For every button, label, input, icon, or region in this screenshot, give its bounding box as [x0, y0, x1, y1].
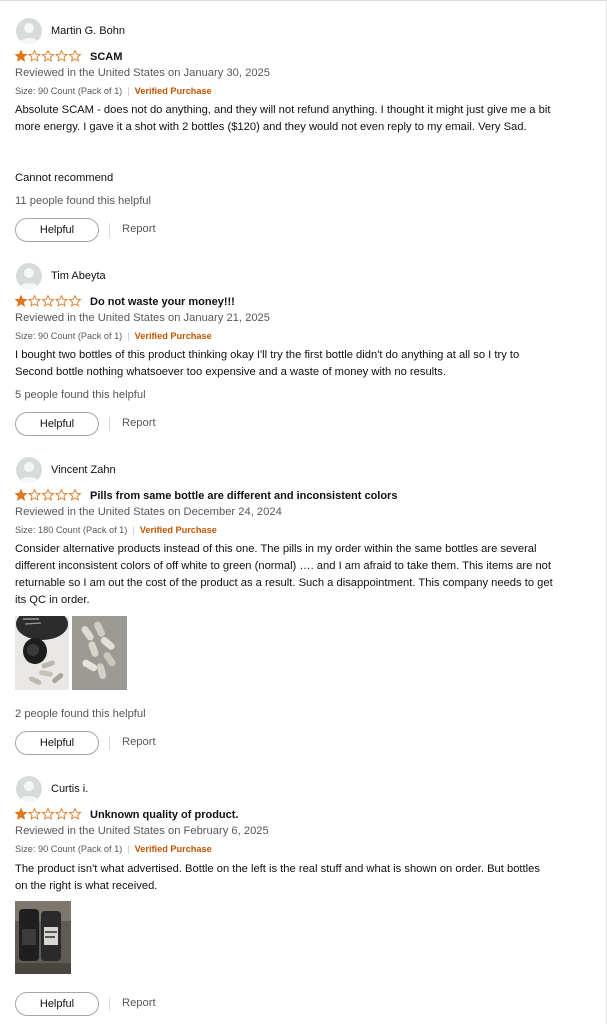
star-filled-icon: [15, 808, 28, 820]
avatar[interactable]: [16, 457, 42, 483]
star-empty-icon: [41, 50, 55, 62]
review-body-extra: Cannot recommend: [15, 172, 114, 184]
verified-purchase-badge: Verified Purchase: [139, 525, 217, 535]
report-link[interactable]: Report: [122, 997, 156, 1009]
divider: [109, 997, 110, 1011]
variant-info: Size: 90 Count (Pack of 1) | Verified Purc…: [15, 86, 212, 96]
helpful-button[interactable]: Helpful: [15, 218, 99, 242]
variant-info: Size: 90 Count (Pack of 1) | Verified Purc…: [15, 331, 212, 341]
star-empty-icon: [68, 808, 82, 820]
avatar[interactable]: [16, 263, 42, 289]
star-filled-icon: [15, 489, 28, 501]
star-filled-icon: [15, 50, 28, 62]
star-empty-icon: [68, 489, 82, 501]
avatar[interactable]: [16, 18, 42, 44]
report-link[interactable]: Report: [122, 736, 156, 748]
helpful-count: 11 people found this helpful: [15, 195, 152, 207]
star-empty-icon: [54, 808, 69, 820]
star-rating[interactable]: [15, 489, 85, 501]
helpful-count: 5 people found this helpful: [15, 389, 146, 401]
avatar[interactable]: [16, 776, 42, 802]
review-image[interactable]: [15, 616, 69, 690]
reviewer-name[interactable]: Tim Abeyta: [51, 270, 106, 282]
divider: [109, 223, 110, 237]
review-date: Reviewed in the United States on January…: [15, 67, 270, 79]
helpful-button[interactable]: Helpful: [15, 731, 99, 755]
star-empty-icon: [68, 295, 82, 307]
size-label: Size: 90 Count (Pack of 1): [15, 86, 123, 96]
divider: [109, 736, 110, 750]
star-empty-icon: [27, 50, 42, 62]
review-image[interactable]: [72, 616, 127, 690]
size-label: Size: 90 Count (Pack of 1): [15, 844, 123, 854]
review-title[interactable]: Do not waste your money!!!: [90, 296, 235, 308]
review-body: Consider alternative products instead of…: [15, 543, 553, 606]
review-title[interactable]: Unknown quality of product.: [90, 809, 239, 821]
review-date: Reviewed in the United States on January…: [15, 312, 270, 324]
star-empty-icon: [27, 489, 42, 501]
star-rating[interactable]: [15, 295, 85, 307]
separator: |: [127, 331, 130, 341]
review-body: Absolute SCAM - does not do anything, an…: [15, 104, 551, 133]
star-empty-icon: [27, 808, 42, 820]
size-label: Size: 180 Count (Pack of 1): [15, 525, 128, 535]
variant-info: Size: 90 Count (Pack of 1) | Verified Purc…: [15, 844, 212, 854]
verified-purchase-badge: Verified Purchase: [134, 86, 212, 96]
review-image[interactable]: [15, 901, 71, 974]
separator: |: [132, 525, 135, 535]
divider: [109, 417, 110, 431]
report-link[interactable]: Report: [122, 223, 156, 235]
star-rating[interactable]: [15, 50, 85, 62]
verified-purchase-badge: Verified Purchase: [134, 844, 212, 854]
helpful-button[interactable]: Helpful: [15, 412, 99, 436]
star-filled-icon: [15, 295, 28, 307]
star-rating[interactable]: [15, 808, 85, 820]
star-empty-icon: [54, 489, 69, 501]
review-body: The product isn't what advertised. Bottl…: [15, 863, 540, 892]
size-label: Size: 90 Count (Pack of 1): [15, 331, 123, 341]
report-link[interactable]: Report: [122, 417, 156, 429]
separator: |: [127, 844, 130, 854]
reviewer-name[interactable]: Martin G. Bohn: [51, 25, 125, 37]
review-title[interactable]: Pills from same bottle are different and…: [90, 490, 397, 502]
reviewer-name[interactable]: Vincent Zahn: [51, 464, 116, 476]
star-empty-icon: [54, 295, 69, 307]
star-empty-icon: [68, 50, 82, 62]
star-empty-icon: [41, 808, 55, 820]
separator: |: [127, 86, 130, 96]
review-date: Reviewed in the United States on Februar…: [15, 825, 269, 837]
review-body: I bought two bottles of this product thi…: [15, 349, 520, 378]
helpful-button[interactable]: Helpful: [15, 992, 99, 1016]
variant-info: Size: 180 Count (Pack of 1) | Verified Pur…: [15, 525, 217, 535]
helpful-count: 2 people found this helpful: [15, 708, 146, 720]
star-empty-icon: [27, 295, 42, 307]
review-title[interactable]: SCAM: [90, 51, 122, 63]
verified-purchase-badge: Verified Purchase: [134, 331, 212, 341]
star-empty-icon: [41, 295, 55, 307]
star-empty-icon: [41, 489, 55, 501]
reviewer-name[interactable]: Curtis i.: [51, 783, 88, 795]
review-date: Reviewed in the United States on Decembe…: [15, 506, 282, 518]
star-empty-icon: [54, 50, 69, 62]
